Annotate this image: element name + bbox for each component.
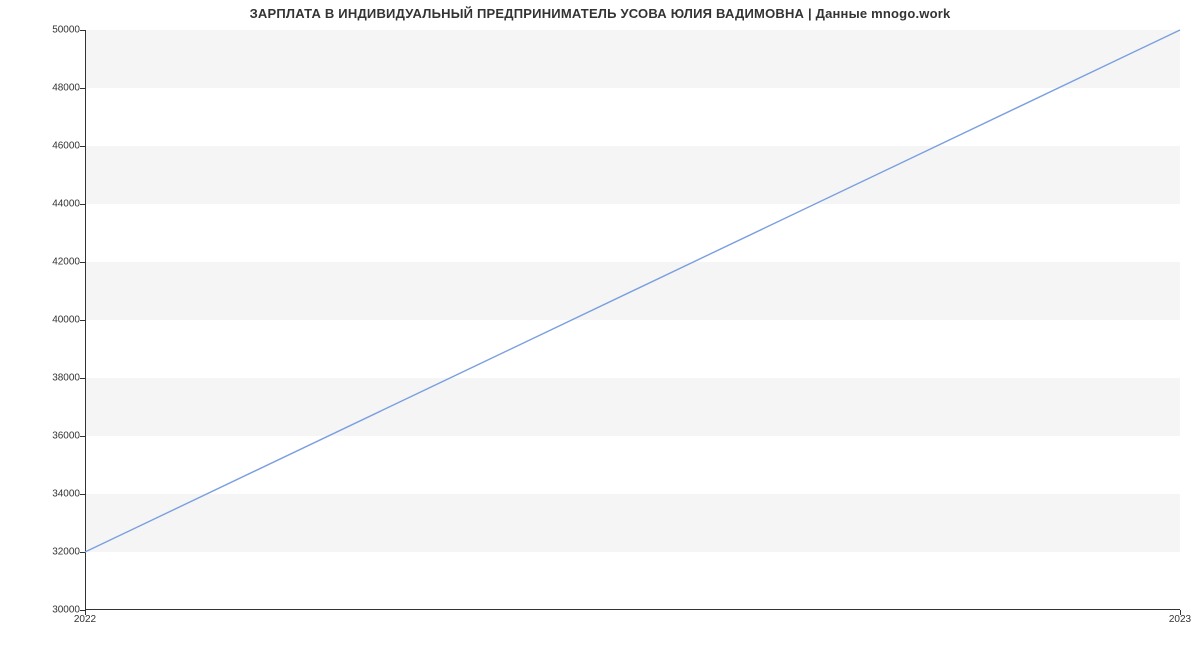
y-tick-label: 42000 — [52, 257, 80, 268]
y-tick-label: 40000 — [52, 315, 80, 326]
y-tick-label: 48000 — [52, 83, 80, 94]
y-tick-label: 32000 — [52, 547, 80, 558]
y-tick-label: 44000 — [52, 199, 80, 210]
y-tick-label: 46000 — [52, 141, 80, 152]
line-layer — [85, 30, 1180, 610]
x-tick-label: 2022 — [74, 614, 96, 625]
y-tick-label: 38000 — [52, 373, 80, 384]
chart-title: ЗАРПЛАТА В ИНДИВИДУАЛЬНЫЙ ПРЕДПРИНИМАТЕЛ… — [0, 6, 1200, 21]
data-line — [85, 30, 1180, 552]
plot-area — [85, 30, 1180, 610]
x-tick-label: 2023 — [1169, 614, 1191, 625]
chart-container: ЗАРПЛАТА В ИНДИВИДУАЛЬНЫЙ ПРЕДПРИНИМАТЕЛ… — [0, 0, 1200, 650]
y-tick-label: 36000 — [52, 431, 80, 442]
y-tick-label: 34000 — [52, 489, 80, 500]
y-tick-label: 50000 — [52, 25, 80, 36]
